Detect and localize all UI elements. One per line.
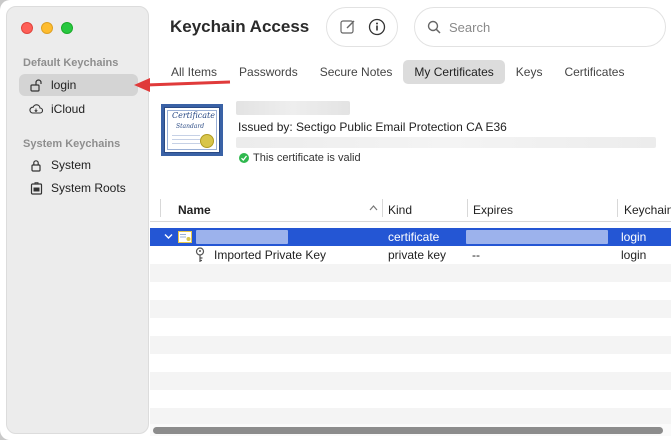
issued-by-text: Issued by: Sectigo Public Email Protecti…	[238, 120, 507, 134]
unlocked-padlock-icon	[29, 78, 43, 92]
info-icon	[368, 18, 385, 36]
info-button[interactable]	[365, 15, 389, 39]
keychain-window: Default Keychains login iCloud System Ke…	[0, 0, 671, 440]
empty-row-stripe	[150, 372, 671, 390]
tab-all-items[interactable]: All Items	[160, 60, 228, 84]
sidebar-item-label: iCloud	[51, 102, 86, 116]
column-divider	[467, 199, 468, 217]
tab-passwords[interactable]: Passwords	[228, 60, 309, 84]
redacted-name-cell	[196, 230, 288, 244]
tab-secure-notes[interactable]: Secure Notes	[309, 60, 404, 84]
certificate-icon-subtitle: Standard	[176, 123, 205, 130]
certificate-lines	[172, 135, 200, 147]
horizontal-scrollbar-thumb[interactable]	[153, 427, 663, 434]
system-keychains-heading: System Keychains	[23, 138, 121, 150]
empty-row-stripe	[150, 336, 671, 354]
search-input[interactable]	[449, 19, 649, 35]
column-header-expires[interactable]: Expires	[473, 203, 513, 217]
sort-ascending-icon[interactable]	[369, 205, 378, 211]
column-header-kind[interactable]: Kind	[388, 203, 412, 217]
window-title: Keychain Access	[170, 17, 310, 36]
table-header: Name Kind Expires Keychain	[150, 196, 671, 222]
column-divider	[617, 199, 618, 217]
table-row[interactable]: certificate login	[150, 228, 671, 246]
column-header-keychain[interactable]: Keychain	[624, 203, 671, 217]
sidebar: Default Keychains login iCloud System Ke…	[6, 6, 149, 434]
padlock-icon	[29, 158, 43, 172]
zoom-button[interactable]	[61, 22, 73, 34]
sidebar-item-login[interactable]: login	[19, 74, 138, 96]
close-button[interactable]	[21, 22, 33, 34]
redacted-certificate-details	[236, 137, 656, 148]
checkmark-icon	[239, 153, 249, 163]
cloud-icon	[29, 102, 43, 116]
kind-cell: private key	[388, 248, 447, 262]
minimize-button[interactable]	[41, 22, 53, 34]
sidebar-item-system[interactable]: System	[19, 154, 138, 176]
keychain-cell: login	[621, 248, 647, 262]
sidebar-item-label: System	[51, 158, 92, 172]
keychain-cell: login	[621, 230, 647, 244]
expires-cell: --	[472, 248, 480, 262]
default-keychains-heading: Default Keychains	[23, 57, 119, 69]
disclosure-chevron-icon[interactable]	[164, 233, 173, 240]
kind-cell: certificate	[388, 230, 440, 244]
compose-icon	[339, 20, 354, 34]
certificate-seal-icon	[200, 134, 214, 148]
certificate-icon-title: Certificate	[172, 111, 215, 120]
tab-keys[interactable]: Keys	[505, 60, 554, 84]
sidebar-item-label: login	[51, 78, 77, 92]
tab-my-certificates[interactable]: My Certificates	[403, 60, 505, 84]
sidebar-item-icloud[interactable]: iCloud	[19, 98, 138, 120]
column-header-name[interactable]: Name	[178, 203, 211, 217]
search-icon	[427, 20, 441, 34]
validity-status: This certificate is valid	[239, 152, 361, 164]
toolbar-button-group	[326, 7, 398, 47]
empty-row-stripe	[150, 300, 671, 318]
search-field[interactable]	[414, 7, 666, 47]
key-icon	[195, 247, 205, 262]
column-divider	[160, 199, 161, 217]
column-divider	[382, 199, 383, 217]
category-tabs: All Items Passwords Secure Notes My Cert…	[160, 60, 635, 84]
table-row[interactable]: Imported Private Key private key -- logi…	[150, 246, 671, 264]
name-cell: Imported Private Key	[214, 248, 327, 262]
tab-certificates[interactable]: Certificates	[553, 60, 635, 84]
cabinet-icon	[29, 181, 43, 195]
window-controls	[21, 22, 73, 34]
validity-text: This certificate is valid	[253, 152, 361, 164]
new-item-button[interactable]	[336, 15, 360, 39]
certificate-small-icon	[178, 231, 192, 243]
certificate-icon: Certificate Standard	[161, 104, 223, 156]
sidebar-item-label: System Roots	[51, 181, 126, 195]
sidebar-item-system-roots[interactable]: System Roots	[19, 177, 138, 199]
redacted-certificate-name	[236, 101, 350, 115]
redacted-expires-cell	[466, 230, 608, 244]
empty-row-stripe	[150, 264, 671, 282]
